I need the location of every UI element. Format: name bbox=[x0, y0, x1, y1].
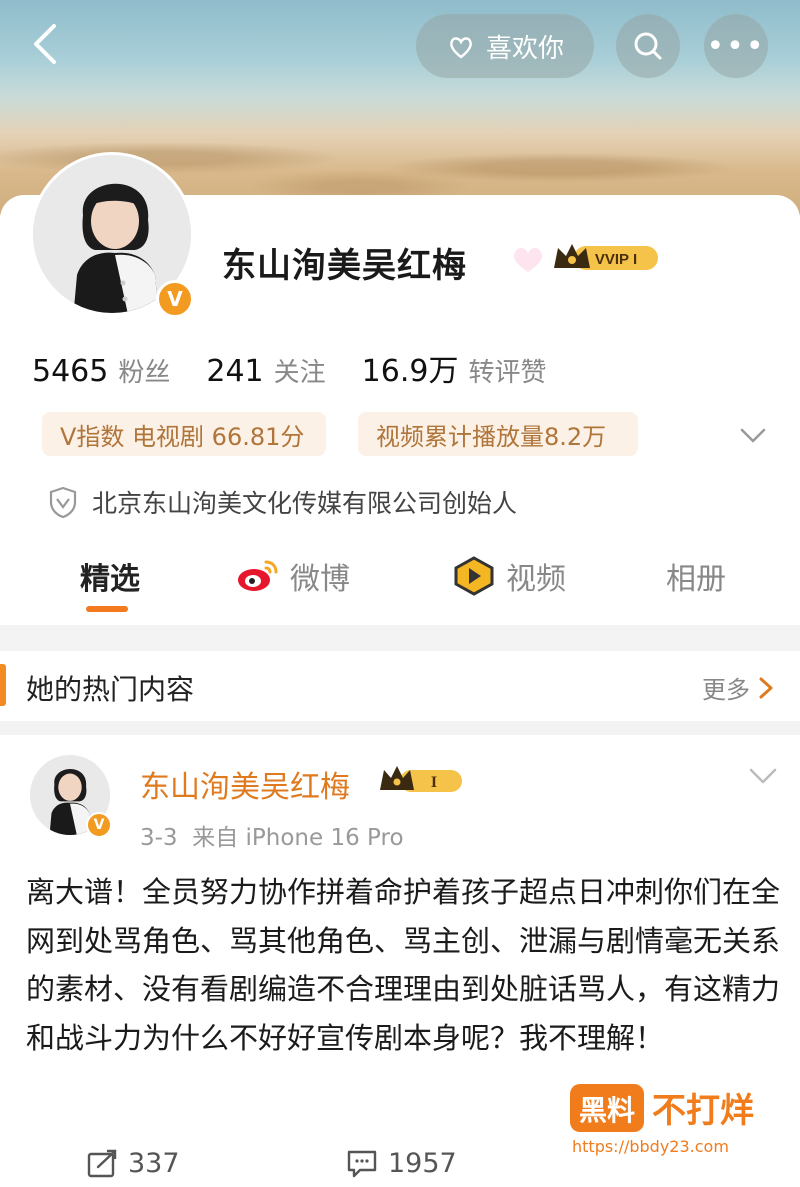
hot-content-more-link[interactable]: 更多 bbox=[702, 670, 774, 705]
vvip-label: VVIP I bbox=[595, 251, 637, 268]
shield-icon bbox=[49, 486, 77, 518]
more-link-label: 更多 bbox=[702, 676, 750, 704]
post-vip-crown-badge[interactable]: I bbox=[378, 764, 464, 796]
like-button[interactable]: 喜欢你 bbox=[416, 14, 594, 78]
watermark-logo: 黑料 不打烊 https://bbdy23.com bbox=[570, 1084, 754, 1156]
section-accent-bar bbox=[0, 664, 6, 706]
followers-label[interactable]: 粉丝 bbox=[118, 352, 170, 389]
following-count[interactable]: 241 bbox=[206, 354, 263, 389]
tab-featured[interactable]: 精选 bbox=[80, 554, 140, 598]
video-play-icon bbox=[454, 556, 494, 596]
section-divider bbox=[0, 625, 800, 651]
post-author-name[interactable]: 东山洵美吴红梅 bbox=[140, 762, 350, 806]
tab-weibo-label: 微博 bbox=[290, 562, 350, 597]
post-vip-label: I bbox=[431, 774, 437, 791]
profile-name: 东山洵美吴红梅 bbox=[222, 246, 467, 286]
post-meta: 3-3 来自 iPhone 16 Pro bbox=[140, 825, 404, 851]
post-body: 离大谱！全员努力协作拼着命护着孩子超点日冲刺你们在全网到处骂角色、骂其他角色、骂… bbox=[26, 875, 781, 1055]
watermark-brand-a: 黑料 bbox=[579, 1094, 635, 1127]
profile-stats: 5465 粉丝 241 关注 16.9万 转评赞 bbox=[32, 346, 582, 390]
chevron-left-icon[interactable] bbox=[24, 22, 68, 66]
weibo-logo-icon bbox=[238, 560, 278, 591]
tab-album-label: 相册 bbox=[666, 562, 726, 597]
tab-video-label: 视频 bbox=[506, 562, 566, 597]
chevron-down-icon[interactable] bbox=[738, 420, 768, 450]
section-divider-2 bbox=[0, 721, 800, 735]
like-button-label: 喜欢你 bbox=[485, 33, 564, 64]
search-icon bbox=[634, 32, 662, 60]
chevron-right-icon bbox=[759, 677, 773, 698]
verified-badge-icon: V bbox=[156, 280, 194, 318]
repost-icon bbox=[87, 1149, 117, 1177]
post-options-chevron-icon[interactable] bbox=[748, 764, 778, 788]
video-plays-tag[interactable]: 视频累计播放量8.2万 bbox=[358, 412, 638, 456]
following-label[interactable]: 关注 bbox=[274, 352, 326, 389]
repost-button[interactable]: 337 bbox=[86, 1148, 180, 1179]
hot-content-title: 她的热门内容 bbox=[26, 673, 195, 706]
post-verified-badge-icon: V bbox=[86, 812, 112, 838]
followers-count[interactable]: 5465 bbox=[32, 354, 108, 389]
pink-heart-icon bbox=[514, 247, 542, 272]
engagement-count: 16.9万 bbox=[361, 354, 459, 389]
v-index-tag[interactable]: V指数 电视剧 66.81分 bbox=[42, 412, 326, 456]
comment-icon bbox=[347, 1150, 377, 1177]
certification-text: 北京东山洵美文化传媒有限公司创始人 bbox=[92, 489, 518, 518]
certification-row: 北京东山洵美文化传媒有限公司创始人 bbox=[48, 484, 517, 520]
active-tab-indicator bbox=[86, 606, 128, 612]
more-button[interactable]: ••• bbox=[704, 14, 768, 78]
repost-count: 337 bbox=[128, 1148, 180, 1179]
tab-weibo[interactable]: 微博 bbox=[236, 554, 350, 598]
tab-video[interactable]: 视频 bbox=[452, 554, 566, 598]
more-dots-icon: ••• bbox=[706, 28, 766, 64]
engagement-label: 转评赞 bbox=[468, 358, 547, 388]
hand-heart-icon bbox=[450, 37, 472, 59]
tab-album[interactable]: 相册 bbox=[666, 554, 726, 598]
watermark-url: https://bbdy23.com bbox=[572, 1137, 729, 1156]
watermark-brand-b: 不打烊 bbox=[652, 1091, 754, 1131]
tab-featured-label: 精选 bbox=[80, 562, 140, 597]
vvip-crown-badge[interactable]: VVIP I bbox=[552, 240, 660, 274]
comment-button[interactable]: 1957 bbox=[346, 1148, 457, 1179]
comment-count: 1957 bbox=[388, 1148, 457, 1179]
search-button[interactable] bbox=[616, 14, 680, 78]
